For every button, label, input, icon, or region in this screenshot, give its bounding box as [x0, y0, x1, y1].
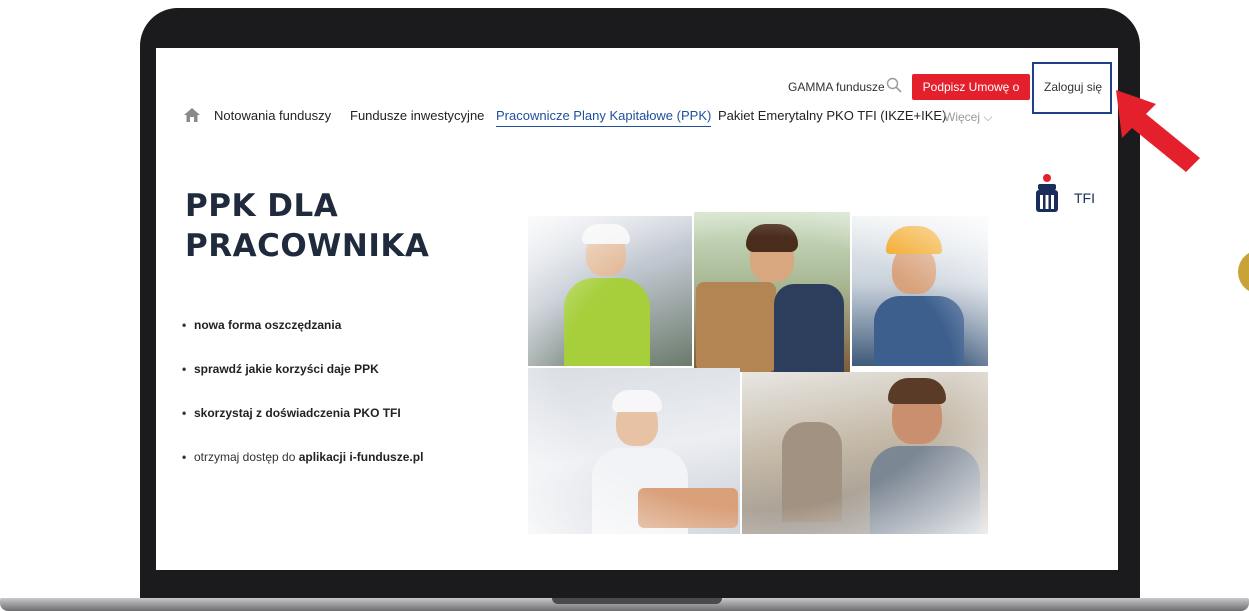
- nav-item-pension-package[interactable]: Pakiet Emerytalny PKO TFI (IKZE+IKE): [718, 108, 946, 123]
- benefit-item: skorzystaj z doświadczenia PKO TFI: [182, 406, 522, 450]
- benefit-item: sprawdź jakie korzyści daje PPK: [182, 362, 522, 406]
- home-icon[interactable]: [184, 108, 200, 122]
- benefit-text-prefix: otrzymaj dostęp do: [194, 450, 299, 464]
- gamma-funds-link[interactable]: GAMMA fundusze: [788, 80, 885, 94]
- laptop-bezel-bottom: [156, 570, 1118, 598]
- nav-more-dropdown[interactable]: Więcej ⌵: [944, 110, 992, 125]
- main-nav: Notowania funduszy Fundusze inwestycyjne…: [156, 106, 1118, 130]
- i-fundusze-app-link[interactable]: aplikacji i-fundusze.pl: [299, 450, 424, 464]
- collage-vignette: [528, 212, 988, 534]
- benefit-text: skorzystaj z doświadczenia PKO TFI: [194, 406, 401, 420]
- benefit-text: nowa forma oszczędzania: [194, 318, 342, 332]
- search-icon[interactable]: [886, 77, 902, 93]
- benefit-item: nowa forma oszczędzania: [182, 318, 522, 362]
- laptop-notch: [552, 598, 722, 604]
- page-title: PPK DLA PRACOWNIKA: [185, 186, 525, 266]
- nav-item-ppk[interactable]: Pracownicze Plany Kapitałowe (PPK): [496, 108, 712, 127]
- nav-item-fund-quotes[interactable]: Notowania funduszy: [214, 108, 331, 123]
- workers-photo-collage: [528, 212, 988, 534]
- sign-ppk-agreement-button[interactable]: Podpisz Umowę o PPK: [912, 74, 1030, 120]
- side-decoration: [1238, 250, 1249, 294]
- page-title-line-1: PPK DLA: [185, 188, 339, 224]
- nav-item-investment-funds[interactable]: Fundusze inwestycyjne: [350, 108, 484, 123]
- browser-viewport: GAMMA fundusze Podpisz Umowę o PPK Zalog…: [156, 48, 1118, 570]
- benefit-text: sprawdź jakie korzyści daje PPK: [194, 362, 379, 376]
- benefits-list: nowa forma oszczędzania sprawdź jakie ko…: [182, 318, 522, 494]
- page-title-line-2: PRACOWNIKA: [185, 228, 430, 264]
- tfi-logo-text: TFI: [1074, 190, 1095, 206]
- red-arrow-icon: [1116, 90, 1200, 172]
- benefit-item: otrzymaj dostęp do aplikacji i-fundusze.…: [182, 450, 522, 494]
- utility-bar: GAMMA fundusze Podpisz Umowę o PPK Zalog…: [156, 62, 1118, 120]
